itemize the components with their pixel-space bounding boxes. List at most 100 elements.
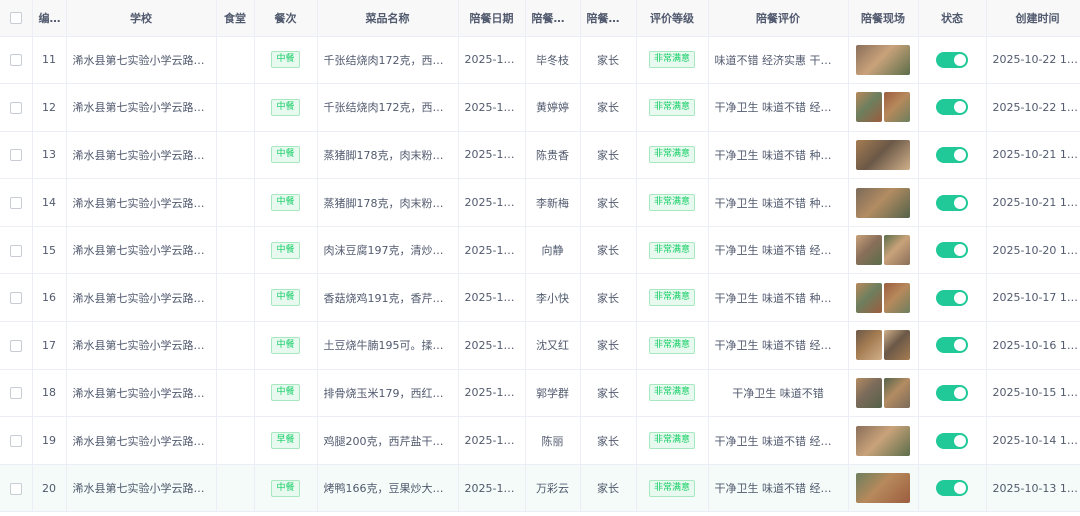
cell-created: 2025-10-22 12:04:19 [986, 36, 1080, 85]
cell-date: 2025-10-16 [458, 321, 526, 370]
photo-thumbnails[interactable] [856, 235, 910, 266]
cell-identity: 家长 [580, 36, 637, 85]
cell-comment: 味道不错 经济实惠 干净… [708, 36, 849, 85]
header-school[interactable]: 学校 [66, 0, 217, 37]
cell-photos [848, 131, 919, 180]
row-checkbox[interactable] [9, 197, 22, 210]
photo-thumbnail[interactable] [856, 44, 910, 75]
status-toggle[interactable] [936, 480, 968, 497]
table-row[interactable]: 19 浠水县第七实验小学云路校区 早餐 鸡腿200克，西芹盐干炒… 2025-1… [0, 416, 1080, 465]
status-toggle[interactable] [936, 51, 968, 68]
row-select-cell[interactable] [0, 464, 33, 513]
row-select-cell[interactable] [0, 273, 33, 323]
table-row[interactable]: 17 浠水县第七实验小学云路校区 中餐 土豆烧牛腩195可。揉末… 2025-1… [0, 321, 1080, 370]
table-row[interactable]: 14 浠水县第七实验小学云路校区 中餐 蒸猪脚178克，肉末粉丝… 2025-1… [0, 178, 1080, 227]
photo-thumbnail[interactable] [884, 282, 910, 313]
row-select-cell[interactable] [0, 369, 33, 418]
row-select-cell[interactable] [0, 226, 33, 275]
cell-created: 2025-10-22 12:02:43 [986, 83, 1080, 132]
photo-thumbnail[interactable] [856, 377, 882, 408]
cell-dish: 土豆烧牛腩195可。揉末… [317, 321, 459, 370]
select-all-cell[interactable] [0, 0, 33, 37]
rating-tag: 非常满意 [648, 289, 695, 307]
photo-thumbnail[interactable] [856, 235, 882, 266]
photo-thumbnails[interactable] [856, 330, 910, 361]
photo-thumbnails[interactable] [856, 473, 910, 504]
row-checkbox[interactable] [9, 387, 22, 400]
table-row[interactable]: 18 浠水县第七实验小学云路校区 中餐 排骨烧玉米179，西红柿… 2025-1… [0, 369, 1080, 418]
photo-thumbnail[interactable] [856, 282, 882, 313]
photo-thumbnail[interactable] [884, 235, 910, 266]
row-checkbox[interactable] [9, 149, 22, 162]
status-toggle[interactable] [936, 242, 968, 259]
meal-tag: 中餐 [271, 384, 300, 402]
photo-thumbnails[interactable] [856, 282, 910, 313]
photo-thumbnail[interactable] [856, 139, 910, 170]
table-row[interactable]: 12 浠水县第七实验小学云路校区 中餐 千张结烧肉172克，西红… 2025-1… [0, 83, 1080, 132]
photo-thumbnails[interactable] [856, 425, 910, 456]
photo-thumbnails[interactable] [856, 187, 910, 218]
rating-tag: 非常满意 [648, 241, 695, 259]
header-identity[interactable]: 陪餐身份 [580, 0, 637, 37]
status-toggle[interactable] [936, 146, 968, 163]
table-row[interactable]: 16 浠水县第七实验小学云路校区 中餐 香菇烧鸡191克，香芹卤… 2025-1… [0, 273, 1080, 323]
row-checkbox[interactable] [9, 244, 22, 257]
header-created[interactable]: 创建时间 [986, 0, 1080, 37]
cell-date: 2025-10-21 [458, 178, 526, 227]
status-toggle[interactable] [936, 432, 968, 449]
row-checkbox[interactable] [9, 482, 22, 495]
status-toggle[interactable] [936, 337, 968, 354]
header-date[interactable]: 陪餐日期 [458, 0, 526, 37]
photo-thumbnails[interactable] [856, 377, 910, 408]
photo-thumbnail[interactable] [884, 377, 910, 408]
photo-thumbnails[interactable] [856, 92, 910, 123]
photo-thumbnails[interactable] [856, 139, 910, 170]
status-toggle[interactable] [936, 384, 968, 401]
header-dish[interactable]: 菜品名称 [317, 0, 459, 37]
cell-meal: 中餐 [254, 36, 318, 85]
header-id[interactable]: 编号 [32, 0, 67, 37]
select-all-checkbox[interactable] [9, 12, 22, 25]
photo-thumbnail[interactable] [884, 330, 910, 361]
photo-thumbnail[interactable] [856, 425, 910, 456]
header-person[interactable]: 陪餐人员 [525, 0, 581, 37]
row-checkbox[interactable] [9, 435, 22, 448]
row-checkbox[interactable] [9, 54, 22, 67]
cell-photos [848, 226, 919, 275]
row-select-cell[interactable] [0, 321, 33, 370]
photo-thumbnail[interactable] [856, 473, 910, 504]
photo-thumbnail[interactable] [856, 187, 910, 218]
cell-school: 浠水县第七实验小学云路校区 [66, 416, 217, 465]
cell-comment: 干净卫生 味道不错 种类… [708, 178, 849, 227]
cell-meal: 中餐 [254, 226, 318, 275]
header-rating[interactable]: 评价等级 [636, 0, 709, 37]
cell-id: 18 [32, 369, 67, 418]
photo-thumbnail[interactable] [884, 92, 910, 123]
row-select-cell[interactable] [0, 416, 33, 465]
cell-meal: 中餐 [254, 369, 318, 418]
row-select-cell[interactable] [0, 83, 33, 132]
table-row[interactable]: 13 浠水县第七实验小学云路校区 中餐 蒸猪脚178克，肉末粉丝… 2025-1… [0, 131, 1080, 180]
photo-thumbnails[interactable] [856, 44, 910, 75]
row-select-cell[interactable] [0, 131, 33, 180]
header-canteen[interactable]: 食堂 [216, 0, 255, 37]
status-toggle[interactable] [936, 99, 968, 116]
cell-dish: 千张结烧肉172克，西红… [317, 83, 459, 132]
header-meal[interactable]: 餐次 [254, 0, 318, 37]
status-toggle[interactable] [936, 289, 968, 306]
header-comment[interactable]: 陪餐评价 [708, 0, 849, 37]
header-status[interactable]: 状态 [918, 0, 987, 37]
row-checkbox[interactable] [9, 292, 22, 305]
cell-person: 向静 [525, 226, 581, 275]
photo-thumbnail[interactable] [856, 330, 882, 361]
header-photos[interactable]: 陪餐现场 [848, 0, 919, 37]
photo-thumbnail[interactable] [856, 92, 882, 123]
row-select-cell[interactable] [0, 178, 33, 227]
row-checkbox[interactable] [9, 101, 22, 114]
row-checkbox[interactable] [9, 339, 22, 352]
table-row[interactable]: 11 浠水县第七实验小学云路校区 中餐 千张结烧肉172克，西红… 2025-1… [0, 36, 1080, 85]
table-row[interactable]: 15 浠水县第七实验小学云路校区 中餐 肉沫豆腐197克，清炒莴… 2025-1… [0, 226, 1080, 275]
table-row[interactable]: 20 浠水县第七实验小学云路校区 中餐 烤鸭166克，豆果炒大白… 2025-1… [0, 464, 1080, 513]
row-select-cell[interactable] [0, 36, 33, 85]
status-toggle[interactable] [936, 194, 968, 211]
